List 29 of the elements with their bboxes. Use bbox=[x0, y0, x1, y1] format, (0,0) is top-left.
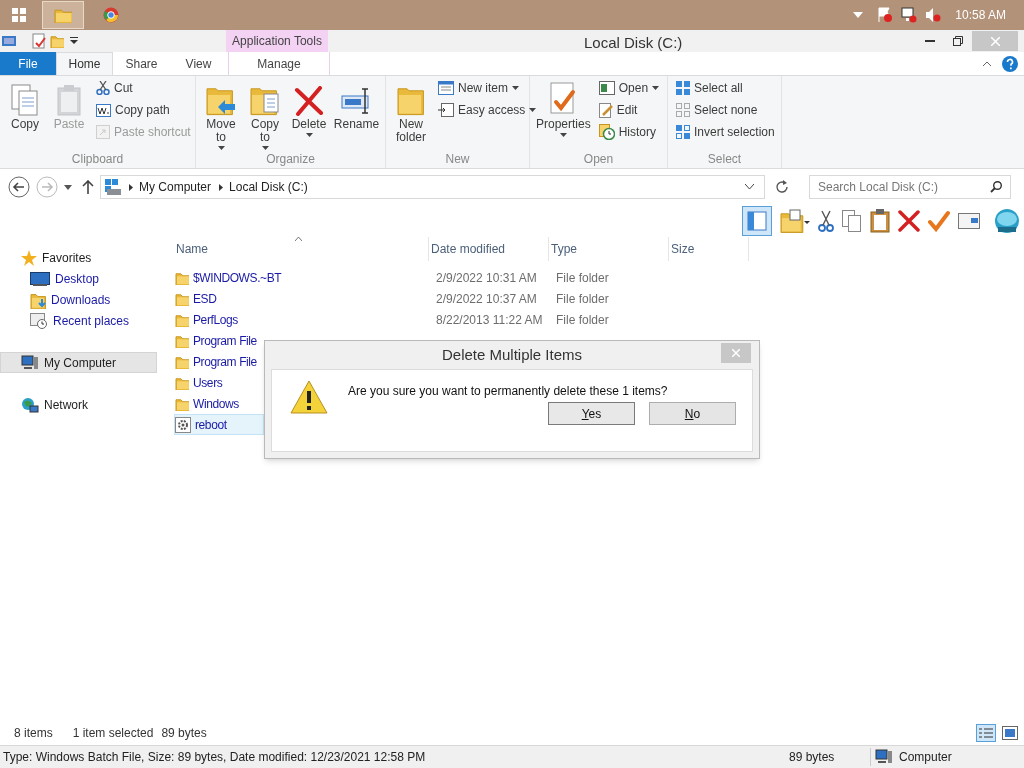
dialog-title: Delete Multiple Items bbox=[441, 344, 583, 365]
group-label: Organize bbox=[265, 151, 316, 168]
file-name: Program File bbox=[193, 332, 257, 350]
group-label: New bbox=[444, 151, 471, 168]
file-name: PerfLogs bbox=[193, 311, 238, 329]
date-cell-text: 8/22/2013 11:22 AM bbox=[435, 311, 544, 329]
group-label: Clipboard bbox=[70, 151, 125, 168]
item-count: 8 items bbox=[14, 725, 53, 742]
file-name: Program File bbox=[193, 353, 257, 371]
selection-size: 89 bytes bbox=[161, 725, 207, 742]
type-cell-text: File folder bbox=[555, 290, 610, 308]
date-cell-text: 2/9/2022 10:31 AM bbox=[435, 269, 538, 287]
date-cell-text: 2/9/2022 10:37 AM bbox=[435, 290, 538, 308]
window-title: Local Disk (C:) bbox=[584, 33, 683, 53]
size-text: 89 bytes bbox=[785, 748, 871, 766]
dialog-message: Are you sure you want to permanently delete these 1 items? bbox=[348, 383, 668, 400]
context-tab-label: Application Tools bbox=[232, 33, 322, 50]
group-label: Select bbox=[706, 151, 743, 168]
type-cell-text: File folder bbox=[555, 311, 610, 329]
file-name: ESD bbox=[193, 290, 217, 308]
file-details: Type: Windows Batch File, Size: 89 bytes, Date modified: 12/23/2021 12:58 PM bbox=[2, 749, 427, 766]
type-cell-text: File folder bbox=[555, 269, 610, 287]
zone-text: Computer bbox=[899, 749, 952, 766]
file-name: reboot bbox=[195, 416, 227, 434]
selection-status: 1 item selected bbox=[72, 725, 154, 742]
group-label: Open bbox=[582, 151, 615, 168]
file-name: Users bbox=[193, 374, 223, 392]
file-name: Windows bbox=[193, 395, 239, 413]
file-name: $WINDOWS.~BT bbox=[193, 269, 282, 287]
